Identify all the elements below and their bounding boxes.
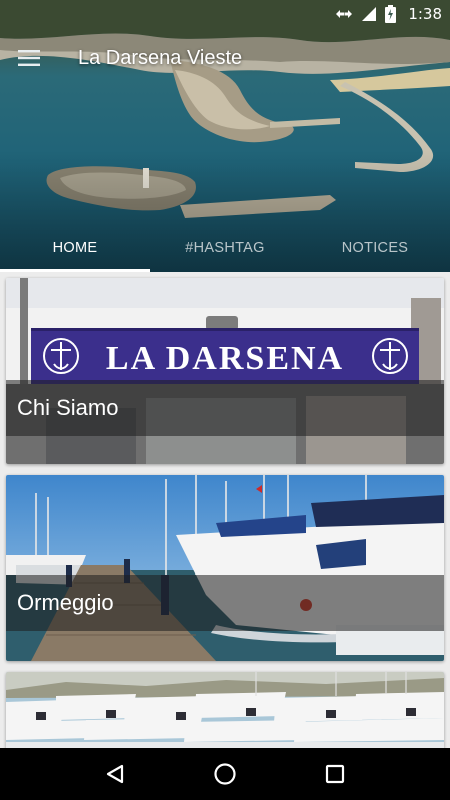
status-time: 1:38 bbox=[408, 5, 442, 23]
battery-charging-icon bbox=[385, 5, 397, 23]
card-label-ormeggio: Ormeggio bbox=[6, 575, 444, 631]
data-arrows-icon bbox=[335, 7, 353, 21]
back-icon[interactable] bbox=[95, 754, 135, 794]
tab-hashtag[interactable]: #HASHTAG bbox=[150, 224, 300, 272]
card-chi-siamo[interactable]: LA DARSENA Chi Siamo bbox=[6, 278, 444, 464]
card-label-chi-siamo: Chi Siamo bbox=[6, 380, 444, 436]
header-image: 1:38 La Darsena Vieste HOME #HASHTAG NOT… bbox=[0, 0, 450, 272]
sign-text: LA DARSENA bbox=[106, 340, 344, 377]
status-bar: 1:38 bbox=[0, 0, 450, 28]
harbor-boats-photo bbox=[6, 672, 444, 748]
system-nav-bar bbox=[0, 748, 450, 800]
tab-bar: HOME #HASHTAG NOTICES bbox=[0, 224, 450, 272]
darsena-sign-photo: LA DARSENA bbox=[6, 278, 444, 464]
home-icon[interactable] bbox=[205, 754, 245, 794]
card-marina-boats[interactable] bbox=[6, 672, 444, 748]
recents-icon[interactable] bbox=[315, 754, 355, 794]
hamburger-menu-icon[interactable] bbox=[4, 36, 54, 80]
app-title: La Darsena Vieste bbox=[78, 46, 243, 69]
tab-notices[interactable]: NOTICES bbox=[300, 224, 450, 272]
home-feed[interactable]: LA DARSENA Chi Siamo Ormeggio bbox=[0, 272, 450, 748]
tab-home[interactable]: HOME bbox=[0, 224, 150, 272]
marina-boats-photo bbox=[6, 475, 444, 661]
signal-icon bbox=[361, 6, 377, 22]
app-bar: La Darsena Vieste bbox=[0, 36, 450, 80]
card-ormeggio[interactable]: Ormeggio bbox=[6, 475, 444, 661]
